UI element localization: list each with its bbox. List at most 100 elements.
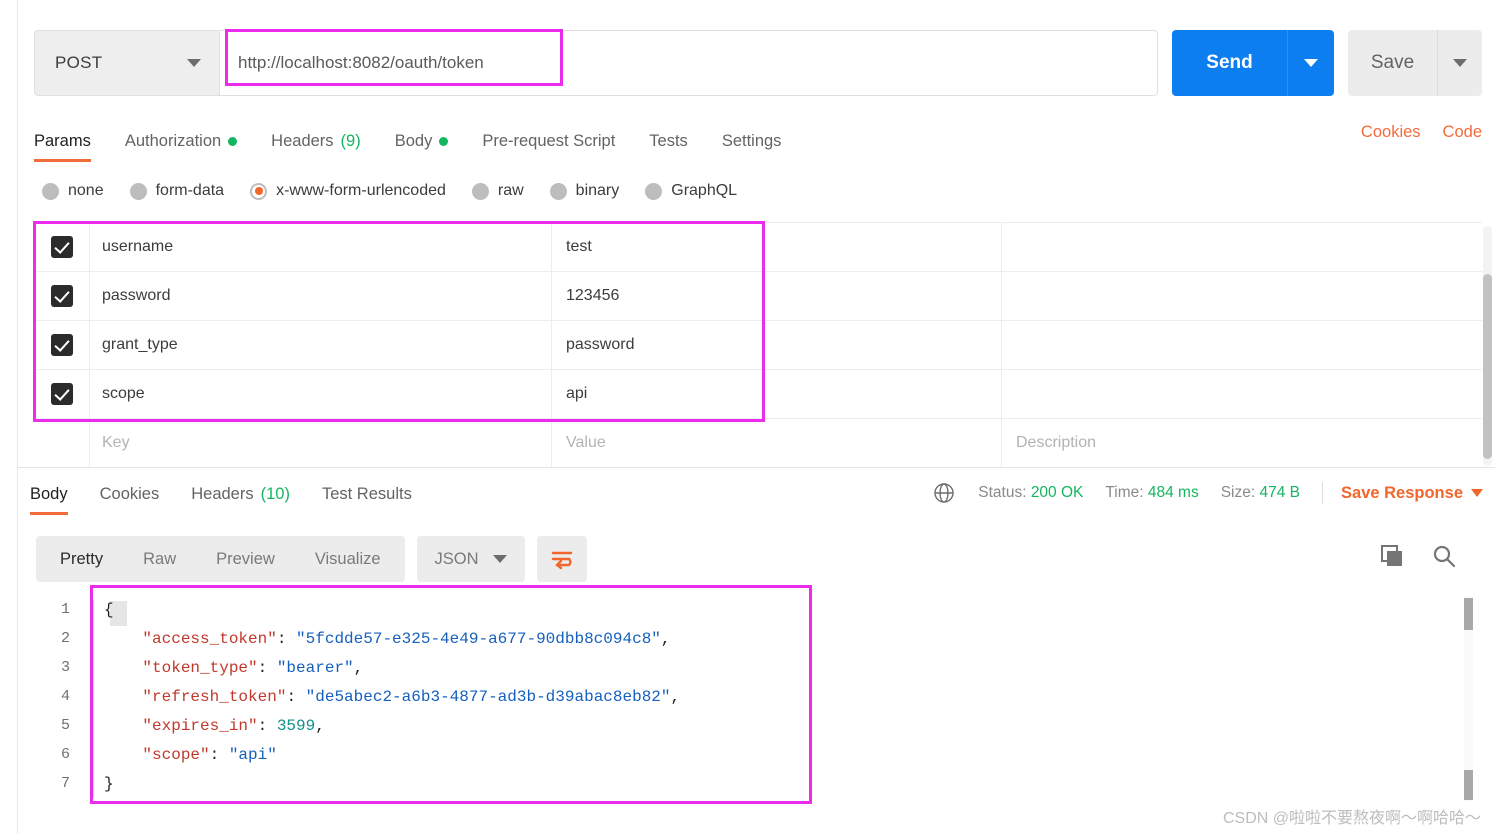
line-number: 5	[60, 717, 70, 734]
http-method-selector[interactable]: POST	[34, 30, 220, 96]
time-label: Time:	[1105, 484, 1144, 501]
response-tabs: Body Cookies Headers (10) Test Results	[30, 473, 444, 517]
tab-pre-request-script[interactable]: Pre-request Script	[482, 118, 615, 162]
word-wrap-toggle[interactable]	[536, 536, 587, 582]
new-key-input[interactable]: Key	[89, 419, 551, 467]
radio-icon	[471, 182, 489, 200]
response-divider	[18, 467, 1495, 468]
row-value-cell[interactable]: api	[551, 370, 1001, 418]
tab-authorization[interactable]: Authorization	[125, 118, 238, 162]
params-table-scrollbar-thumb[interactable]	[1483, 274, 1492, 459]
response-body-scrollbar-thumb[interactable]	[1464, 598, 1473, 630]
response-tab-headers[interactable]: Headers (10)	[191, 473, 290, 515]
save-response-button[interactable]: Save Response	[1341, 484, 1483, 503]
save-button[interactable]: Save	[1348, 30, 1437, 96]
body-type-raw[interactable]: raw	[471, 182, 524, 200]
response-body-scrollbar-thumb-lower[interactable]	[1464, 770, 1473, 800]
send-button[interactable]: Send	[1172, 30, 1287, 96]
row-key-cell[interactable]: username	[89, 223, 551, 271]
response-format-selector[interactable]: JSON	[416, 536, 525, 582]
table-row: username test	[34, 223, 1482, 272]
tab-params[interactable]: Params	[34, 118, 91, 162]
table-row-empty: Key Value Description	[34, 419, 1482, 468]
response-body-viewer[interactable]: 1 { 2 "access_token": "5fcdde57-e325-4e4…	[36, 595, 1495, 834]
tab-settings[interactable]: Settings	[722, 118, 782, 162]
code-content: {	[104, 600, 114, 619]
tab-label: Test Results	[321, 484, 412, 503]
code-content: }	[104, 774, 114, 793]
status-dot-icon	[228, 137, 238, 146]
body-type-radio-group: none form-data x-www-form-urlencoded raw…	[42, 182, 763, 200]
copy-icon[interactable]	[1379, 543, 1405, 573]
url-input[interactable]: http://localhost:8082/oauth/token	[220, 30, 1158, 96]
response-tab-test-results[interactable]: Test Results	[322, 473, 412, 515]
checkbox-checked-icon[interactable]	[50, 236, 73, 258]
radio-icon	[645, 182, 663, 200]
response-viewer-actions	[1379, 543, 1457, 573]
globe-icon[interactable]	[932, 481, 956, 505]
tab-body[interactable]: Body	[395, 118, 449, 162]
line-number: 7	[60, 775, 70, 792]
tab-label: Body	[30, 484, 68, 503]
row-description-cell[interactable]	[1001, 321, 1482, 369]
new-description-input[interactable]: Description	[1001, 419, 1482, 467]
response-format-label: JSON	[434, 549, 479, 568]
radio-icon	[549, 182, 567, 200]
chevron-down-icon	[1471, 489, 1483, 497]
row-key-cell[interactable]: scope	[89, 370, 551, 418]
viewer-mode-pretty[interactable]: Pretty	[40, 536, 123, 582]
row-checkbox-cell	[34, 334, 89, 356]
row-description-cell[interactable]	[1001, 223, 1482, 271]
divider	[1322, 482, 1324, 504]
body-type-form-data[interactable]: form-data	[129, 182, 224, 200]
code-content: "access_token": "5fcdde57-e325-4e49-a677…	[142, 629, 671, 648]
row-value-cell[interactable]: password	[551, 321, 1001, 369]
time-value: 484 ms	[1147, 484, 1199, 501]
checkbox-checked-icon[interactable]	[50, 285, 73, 307]
viewer-mode-raw[interactable]: Raw	[123, 536, 196, 582]
size-label: Size:	[1220, 484, 1256, 501]
line-number: 2	[60, 630, 70, 647]
tab-label: Settings	[721, 132, 782, 150]
row-key-cell[interactable]: password	[89, 272, 551, 320]
code-link[interactable]: Code	[1443, 123, 1482, 142]
save-options-button[interactable]	[1437, 30, 1482, 96]
new-value-input[interactable]: Value	[551, 419, 1001, 467]
radio-label: raw	[497, 182, 524, 199]
tab-count: (10)	[260, 484, 290, 503]
row-key-cell[interactable]: grant_type	[89, 321, 551, 369]
radio-icon	[42, 182, 59, 200]
code-line: 6 "scope": "api"	[36, 740, 1495, 769]
save-button-group: Save	[1348, 30, 1482, 96]
row-value-cell[interactable]: 123456	[551, 272, 1001, 320]
request-tabs: Params Authorization Headers (9) Body Pr…	[34, 118, 1482, 164]
checkbox-checked-icon[interactable]	[50, 334, 73, 356]
checkbox-checked-icon[interactable]	[50, 383, 73, 405]
body-type-binary[interactable]: binary	[549, 182, 619, 200]
row-value-cell[interactable]: test	[551, 223, 1001, 271]
tab-tests[interactable]: Tests	[649, 118, 688, 162]
cookies-link[interactable]: Cookies	[1361, 123, 1421, 142]
radio-label: none	[68, 182, 104, 199]
tab-headers[interactable]: Headers (9)	[271, 118, 361, 162]
size-metric: Size: 474 B	[1221, 484, 1300, 502]
size-value: 474 B	[1259, 484, 1301, 501]
left-rail	[0, 0, 18, 834]
response-viewer-toolbar: Pretty Raw Preview Visualize JSON	[36, 536, 587, 582]
code-content: "refresh_token": "de5abec2-a6b3-4877-ad3…	[142, 687, 681, 706]
params-table-scrollbar[interactable]	[1483, 226, 1492, 466]
body-type-x-www-form-urlencoded[interactable]: x-www-form-urlencoded	[250, 182, 446, 200]
tab-label: Headers	[191, 484, 254, 503]
radio-selected-icon	[250, 182, 268, 200]
body-type-none[interactable]: none	[42, 182, 104, 200]
response-tab-cookies[interactable]: Cookies	[100, 473, 160, 515]
search-icon[interactable]	[1431, 543, 1457, 573]
send-options-button[interactable]	[1287, 30, 1334, 96]
viewer-mode-visualize[interactable]: Visualize	[295, 536, 401, 582]
response-tab-body[interactable]: Body	[30, 473, 68, 515]
row-description-cell[interactable]	[1001, 370, 1482, 418]
viewer-mode-preview[interactable]: Preview	[196, 536, 295, 582]
row-description-cell[interactable]	[1001, 272, 1482, 320]
body-type-graphql[interactable]: GraphQL	[645, 182, 737, 200]
watermark: CSDN @啦啦不要熬夜啊～啊哈哈～	[1222, 810, 1481, 827]
